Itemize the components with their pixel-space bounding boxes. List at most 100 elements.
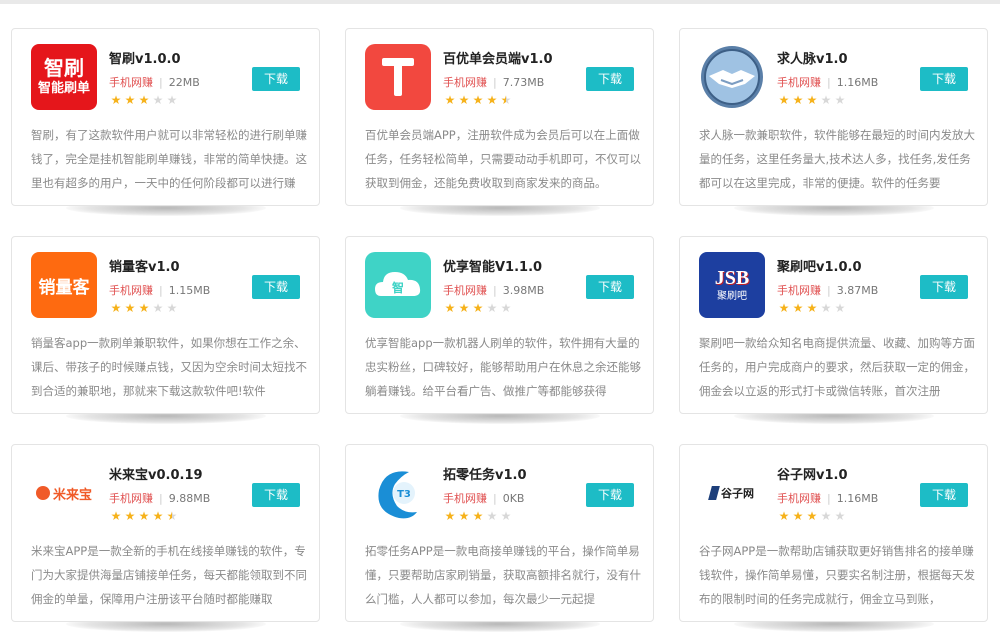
star-icon: ★ bbox=[166, 301, 178, 315]
app-size: 9.88MB bbox=[168, 492, 211, 505]
app-description: 聚刷吧一款给众知名电商提供流量、收藏、加购等方面任务的，用户完成商户的要求，然后… bbox=[699, 336, 975, 398]
guziwang-logo-icon[interactable]: 谷子网 bbox=[699, 460, 765, 526]
star-icon: ★ bbox=[458, 93, 470, 107]
app-card[interactable]: 销量客 销量客v1.0 手机网赚 | 1.15MB ★ ★ ★ ★ ★ 下载 销量客app一款刷单兼职… bbox=[11, 236, 320, 414]
rating-stars: ★ ★ ★ ★ ★ bbox=[777, 509, 847, 523]
app-card[interactable]: 米来宝 米来宝v0.0.19 手机网赚 | 9.88MB ★ ★ ★ ★ ★ 下载 米来宝APP是一款… bbox=[11, 444, 320, 622]
app-description: 智刷，有了这款软件用户就可以非常轻松的进行刷单赚钱了，完全是挂机智能刷单赚钱，非… bbox=[31, 128, 307, 190]
meta-separator: | bbox=[827, 284, 831, 297]
download-button[interactable]: 下载 bbox=[252, 67, 300, 91]
app-category[interactable]: 手机网赚 bbox=[777, 284, 821, 297]
meta-separator: | bbox=[159, 76, 163, 89]
app-category[interactable]: 手机网赚 bbox=[109, 76, 153, 89]
app-meta: 手机网赚 | 1.16MB bbox=[777, 490, 878, 506]
rating-stars: ★ ★ ★ ★ ★ bbox=[777, 301, 847, 315]
star-icon: ★ bbox=[820, 301, 832, 315]
app-size: 1.16MB bbox=[836, 76, 879, 89]
app-meta: 手机网赚 | 7.73MB bbox=[443, 74, 544, 90]
meta-separator: | bbox=[827, 76, 831, 89]
app-card[interactable]: JSB 聚刷吧 聚刷吧v1.0.0 手机网赚 | 3.87MB ★ ★ ★ ★ ★ 下载 聚刷吧一款给众… bbox=[679, 236, 988, 414]
download-button[interactable]: 下载 bbox=[252, 275, 300, 299]
star-icon: ★ bbox=[138, 509, 150, 523]
app-meta: 手机网赚 | 22MB bbox=[109, 74, 200, 90]
star-icon: ★ bbox=[500, 301, 512, 315]
app-category[interactable]: 手机网赚 bbox=[109, 492, 153, 505]
app-size: 7.73MB bbox=[502, 76, 545, 89]
svg-text:T3: T3 bbox=[397, 489, 411, 500]
app-name[interactable]: 优享智能V1.1.0 bbox=[443, 256, 542, 275]
app-category[interactable]: 手机网赚 bbox=[777, 76, 821, 89]
milaibao-logo-icon[interactable]: 米来宝 bbox=[31, 460, 97, 526]
star-icon: ★ bbox=[486, 509, 498, 523]
download-button[interactable]: 下载 bbox=[586, 67, 634, 91]
star-icon: ★ bbox=[834, 301, 846, 315]
star-icon: ★ bbox=[138, 301, 150, 315]
app-name[interactable]: 米来宝v0.0.19 bbox=[109, 464, 203, 483]
star-icon: ★ bbox=[472, 93, 484, 107]
star-icon: ★ bbox=[152, 93, 164, 107]
rating-stars: ★ ★ ★ ★ ★ bbox=[109, 509, 179, 523]
download-button[interactable]: 下载 bbox=[920, 67, 968, 91]
star-icon: ★ bbox=[792, 301, 804, 315]
star-icon: ★ bbox=[806, 301, 818, 315]
star-icon: ★ bbox=[778, 301, 790, 315]
rating-stars: ★ ★ ★ ★ ★ bbox=[777, 93, 847, 107]
star-icon: ★ bbox=[806, 509, 818, 523]
zhishua-logo-icon[interactable]: 智刷 智能刷单 bbox=[31, 44, 97, 110]
app-card[interactable]: 智刷 智能刷单 智刷v1.0.0 手机网赚 | 22MB ★ ★ ★ ★ ★ 下载 智刷，有了这款软件用… bbox=[11, 28, 320, 206]
star-icon: ★ bbox=[778, 93, 790, 107]
app-description: 拓零任务APP是一款电商接单赚钱的平台，操作简单易懂，只要帮助店家刷销量，获取高… bbox=[365, 544, 641, 606]
jushuaba-logo-icon[interactable]: JSB 聚刷吧 bbox=[699, 252, 765, 318]
app-size: 3.87MB bbox=[836, 284, 879, 297]
app-card[interactable]: 智优享智能V1.1.0 手机网赚 | 3.98MB ★ ★ ★ ★ ★ 下载 优享智能app一款机器… bbox=[345, 236, 654, 414]
download-button[interactable]: 下载 bbox=[586, 483, 634, 507]
app-card[interactable]: 谷子网 谷子网v1.0 手机网赚 | 1.16MB ★ ★ ★ ★ ★ 下载谷子网APP是一款帮助店… bbox=[679, 444, 988, 622]
app-card[interactable]: T3 拓零任务v1.0 手机网赚 | 0KB ★ ★ ★ ★ ★ 下载 拓零任务APP是一款电商接单赚… bbox=[345, 444, 654, 622]
app-meta: 手机网赚 | 1.15MB bbox=[109, 282, 210, 298]
star-icon: ★ bbox=[152, 509, 164, 523]
star-icon: ★ bbox=[486, 93, 498, 107]
rating-stars: ★ ★ ★ ★ ★ bbox=[109, 93, 179, 107]
app-category[interactable]: 手机网赚 bbox=[443, 492, 487, 505]
star-icon: ★ bbox=[820, 509, 832, 523]
app-category[interactable]: 手机网赚 bbox=[777, 492, 821, 505]
app-card[interactable]: 百优单会员端v1.0 手机网赚 | 7.73MB ★ ★ ★ ★ ★ 下载 百优单会员端APP，注册… bbox=[345, 28, 654, 206]
download-button[interactable]: 下载 bbox=[586, 275, 634, 299]
baiyoudan-logo-icon[interactable] bbox=[365, 44, 431, 110]
star-icon: ★ bbox=[110, 301, 122, 315]
app-name[interactable]: 拓零任务v1.0 bbox=[443, 464, 527, 483]
xiaoliangke-logo-icon[interactable]: 销量客 bbox=[31, 252, 97, 318]
app-description: 求人脉一款兼职软件，软件能够在最短的时间内发放大量的任务，这里任务量大,技术达人… bbox=[699, 128, 975, 190]
app-category[interactable]: 手机网赚 bbox=[443, 284, 487, 297]
app-name[interactable]: 谷子网v1.0 bbox=[777, 464, 848, 483]
meta-separator: | bbox=[493, 284, 497, 297]
app-name[interactable]: 求人脉v1.0 bbox=[777, 48, 848, 67]
app-name[interactable]: 智刷v1.0.0 bbox=[109, 48, 181, 67]
star-icon: ★ bbox=[110, 93, 122, 107]
app-meta: 手机网赚 | 9.88MB bbox=[109, 490, 210, 506]
download-button[interactable]: 下载 bbox=[920, 483, 968, 507]
download-button[interactable]: 下载 bbox=[920, 275, 968, 299]
star-icon: ★ bbox=[444, 93, 456, 107]
app-size: 1.16MB bbox=[836, 492, 879, 505]
app-name[interactable]: 聚刷吧v1.0.0 bbox=[777, 256, 862, 275]
star-icon: ★ bbox=[820, 93, 832, 107]
tuoling-logo-icon[interactable]: T3 bbox=[365, 460, 431, 526]
app-meta: 手机网赚 | 0KB bbox=[443, 490, 524, 506]
cloud-logo-icon[interactable]: 智 bbox=[365, 252, 431, 318]
app-name[interactable]: 销量客v1.0 bbox=[109, 256, 180, 275]
star-icon: ★ bbox=[124, 509, 136, 523]
app-category[interactable]: 手机网赚 bbox=[443, 76, 487, 89]
app-card[interactable]: 求人脉v1.0 手机网赚 | 1.16MB ★ ★ ★ ★ ★ 下载 求人脉一款兼职软件，软件能够在… bbox=[679, 28, 988, 206]
handshake-logo-icon[interactable] bbox=[699, 44, 765, 110]
meta-separator: | bbox=[159, 284, 163, 297]
rating-stars: ★ ★ ★ ★ ★ bbox=[443, 301, 513, 315]
app-name[interactable]: 百优单会员端v1.0 bbox=[443, 48, 553, 67]
rating-stars: ★ ★ ★ ★ ★ bbox=[443, 93, 513, 107]
download-button[interactable]: 下载 bbox=[252, 483, 300, 507]
star-icon: ★ bbox=[486, 301, 498, 315]
app-category[interactable]: 手机网赚 bbox=[109, 284, 153, 297]
meta-separator: | bbox=[159, 492, 163, 505]
meta-separator: | bbox=[493, 492, 497, 505]
app-description: 谷子网APP是一款帮助店铺获取更好销售排名的接单赚钱软件，操作简单易懂，只要实名… bbox=[699, 544, 975, 606]
